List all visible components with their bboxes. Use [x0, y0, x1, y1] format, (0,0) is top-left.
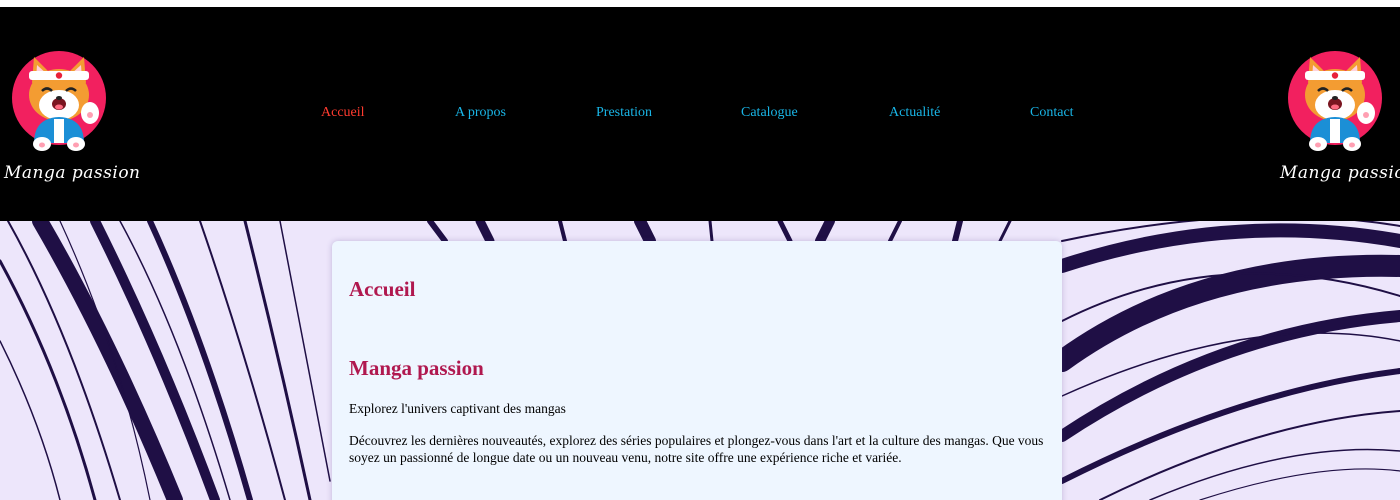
tagline-text: Explorez l'univers captivant des mangas: [349, 401, 566, 416]
nav-link-contact[interactable]: Contact: [1030, 105, 1074, 121]
logo-text: Manga passion: [4, 163, 141, 183]
logo-text: Manga passion: [1280, 163, 1400, 183]
description-text: Découvrez les dernières nouveautés, expl…: [349, 433, 1044, 465]
nav-link-catalogue[interactable]: Catalogue: [741, 105, 798, 121]
mascot-dog-icon: [1288, 51, 1382, 151]
nav-link-actualite[interactable]: Actualité: [889, 105, 940, 121]
section-heading: Manga passion: [349, 356, 484, 380]
page: Manga passion Accueil A propos Prestatio…: [0, 0, 1400, 500]
main-nav: Accueil A propos Prestation Catalogue Ac…: [0, 105, 1400, 125]
page-title: Accueil: [349, 277, 416, 301]
nav-link-a-propos[interactable]: A propos: [455, 105, 506, 121]
site-logo-right[interactable]: Manga passion: [1280, 43, 1400, 185]
nav-link-prestation[interactable]: Prestation: [596, 105, 652, 121]
site-header: Manga passion Accueil A propos Prestatio…: [0, 7, 1400, 221]
content-card: Accueil Manga passion Explorez l'univers…: [332, 241, 1062, 500]
nav-link-accueil[interactable]: Accueil: [321, 105, 365, 121]
mascot-dog-icon: [12, 51, 106, 151]
